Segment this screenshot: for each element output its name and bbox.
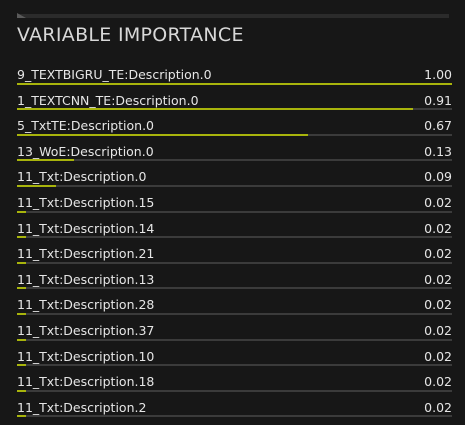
variable-value: 0.02	[424, 348, 452, 364]
variable-value: 0.02	[424, 374, 452, 390]
variable-row: 11_Txt:Description.37 0.02	[17, 318, 452, 344]
variable-row: 13_WoE:Description.0 0.13	[17, 139, 452, 165]
importance-track	[17, 338, 452, 341]
importance-track	[17, 133, 452, 136]
importance-track	[17, 312, 452, 315]
variable-row: 5_TxtTE:Description.0 0.67	[17, 113, 452, 139]
variable-row: 1_TEXTCNN_TE:Description.0 0.91	[17, 88, 452, 114]
importance-bar	[17, 108, 413, 111]
variable-value: 0.13	[424, 143, 452, 159]
importance-track	[17, 210, 452, 213]
variable-label: 11_Txt:Description.13	[17, 271, 155, 287]
importance-bar	[17, 364, 26, 367]
variable-value: 0.02	[424, 297, 452, 313]
importance-bar	[17, 338, 26, 341]
importance-bar	[17, 389, 26, 392]
variable-row: 11_Txt:Description.18 0.02	[17, 369, 452, 395]
importance-bar	[17, 261, 26, 264]
variable-label: 11_Txt:Description.18	[17, 374, 155, 390]
variable-value: 0.09	[424, 169, 452, 185]
variable-label: 1_TEXTCNN_TE:Description.0	[17, 92, 199, 108]
panel-header-strip	[17, 13, 449, 18]
importance-bar	[17, 415, 26, 418]
variable-list: 9_TEXTBIGRU_TE:Description.0 1.00 1_TEXT…	[17, 62, 452, 420]
importance-bar	[17, 287, 26, 290]
panel-title: VARIABLE IMPORTANCE	[17, 24, 244, 46]
importance-track	[17, 287, 452, 290]
importance-bar	[17, 133, 309, 136]
variable-label: 11_Txt:Description.28	[17, 297, 155, 313]
variable-value: 0.67	[424, 118, 452, 134]
variable-row: 11_Txt:Description.13 0.02	[17, 267, 452, 293]
importance-track	[17, 82, 452, 85]
variable-importance-panel: VARIABLE IMPORTANCE 9_TEXTBIGRU_TE:Descr…	[0, 0, 465, 425]
importance-track	[17, 108, 452, 111]
variable-row: 11_Txt:Description.15 0.02	[17, 190, 452, 216]
importance-track	[17, 364, 452, 367]
importance-track	[17, 415, 452, 418]
variable-value: 0.02	[424, 322, 452, 338]
variable-row: 11_Txt:Description.14 0.02	[17, 216, 452, 242]
importance-track	[17, 261, 452, 264]
variable-row: 11_Txt:Description.21 0.02	[17, 241, 452, 267]
variable-label: 11_Txt:Description.0	[17, 169, 147, 185]
importance-track	[17, 184, 452, 187]
variable-label: 11_Txt:Description.37	[17, 322, 155, 338]
variable-value: 0.91	[424, 92, 452, 108]
variable-label: 11_Txt:Description.15	[17, 194, 155, 210]
variable-row: 11_Txt:Description.28 0.02	[17, 292, 452, 318]
variable-value: 1.00	[424, 67, 452, 82]
variable-label: 11_Txt:Description.14	[17, 220, 155, 236]
variable-label: 9_TEXTBIGRU_TE:Description.0	[17, 67, 212, 82]
variable-row: 9_TEXTBIGRU_TE:Description.0 1.00	[17, 62, 452, 88]
variable-label: 11_Txt:Description.2	[17, 399, 147, 415]
tab-corner-marker	[17, 13, 26, 18]
importance-track	[17, 236, 452, 239]
importance-bar	[17, 159, 74, 162]
importance-bar	[17, 312, 26, 315]
variable-row: 11_Txt:Description.0 0.09	[17, 164, 452, 190]
importance-bar	[17, 210, 26, 213]
importance-bar	[17, 82, 452, 85]
importance-bar	[17, 236, 26, 239]
variable-label: 5_TxtTE:Description.0	[17, 118, 154, 134]
importance-track	[17, 389, 452, 392]
variable-row: 11_Txt:Description.10 0.02	[17, 344, 452, 370]
importance-track	[17, 159, 452, 162]
variable-label: 13_WoE:Description.0	[17, 143, 154, 159]
variable-value: 0.02	[424, 220, 452, 236]
importance-bar	[17, 184, 57, 187]
variable-row: 11_Txt:Description.2 0.02	[17, 395, 452, 421]
variable-value: 0.02	[424, 399, 452, 415]
variable-label: 11_Txt:Description.10	[17, 348, 155, 364]
variable-value: 0.02	[424, 194, 452, 210]
variable-value: 0.02	[424, 271, 452, 287]
variable-label: 11_Txt:Description.21	[17, 246, 155, 262]
variable-value: 0.02	[424, 246, 452, 262]
